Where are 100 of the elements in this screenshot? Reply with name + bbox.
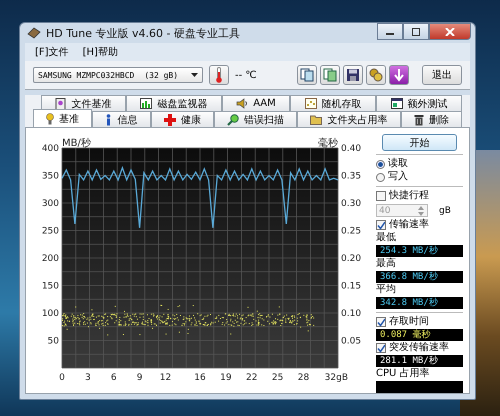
drive-dropdown[interactable]: SAMSUNG MZMPC032HBCD (32 gB) — [33, 67, 203, 83]
temperature-button[interactable] — [209, 65, 229, 85]
x-tick-label: 16 — [194, 373, 206, 383]
tab[interactable]: 删除 — [400, 111, 462, 127]
speaker-icon — [236, 98, 248, 109]
checkbox[interactable] — [376, 317, 386, 327]
checkbox-label: 存取时间 — [389, 316, 429, 328]
check-icon — [377, 344, 385, 352]
checkbox-label: 传输速率 — [389, 219, 429, 231]
x-tick-label: 0 — [59, 373, 65, 383]
cross-icon — [164, 114, 176, 126]
stat-label: 平均 — [376, 284, 397, 296]
menu-item[interactable]: [H]帮助 — [82, 45, 118, 59]
scatter-chart-icon — [304, 98, 317, 109]
y-tick-label: 300 — [42, 199, 59, 209]
stat-label: 最低 — [376, 232, 397, 244]
y2-tick-label: 0.05 — [341, 336, 362, 346]
start-button[interactable]: 开始 — [382, 134, 457, 151]
y2-tick-label: 0.25 — [341, 226, 362, 236]
temperature-reading: -- ℃ — [235, 70, 257, 80]
stat-readout: 366.8 MB/秒 — [376, 271, 463, 283]
y2-tick-label: 0.35 — [341, 172, 362, 182]
exit-button[interactable]: 退出 — [422, 65, 462, 85]
magnifier-icon — [227, 114, 240, 126]
y-tick-label: 100 — [42, 309, 59, 319]
x-tick-label: 3 — [85, 373, 91, 383]
copy-icon — [322, 68, 337, 82]
x-tick-label: 32gB — [324, 373, 348, 383]
maximize-icon — [411, 28, 421, 36]
x-tick-label: 12 — [160, 373, 172, 383]
document-icon — [55, 98, 66, 110]
tab[interactable]: 错误扫描 — [214, 111, 298, 127]
tab[interactable]: 基准 — [33, 109, 92, 127]
save-button[interactable] — [342, 65, 363, 85]
folder-icon — [310, 114, 322, 125]
stat-readout: 254.3 MB/秒 — [376, 245, 463, 257]
tab[interactable]: AAM — [222, 95, 290, 111]
close-button[interactable] — [429, 23, 471, 40]
menu-item[interactable]: [F]文件 — [35, 45, 69, 59]
window-title: HD Tune 专业版 v4.60 - 硬盘专业工具 — [46, 26, 241, 40]
y2-tick-label: 0.40 — [341, 144, 362, 154]
check-icon — [377, 220, 385, 230]
coins-icon — [368, 68, 383, 82]
copy-button[interactable] — [320, 65, 340, 85]
y-tick-label: 50 — [48, 336, 59, 346]
minimize-button[interactable] — [377, 23, 403, 40]
y-tick-label: 400 — [42, 144, 59, 154]
y2-axis-unit: 毫秒 — [318, 138, 338, 149]
tab[interactable]: 随机存取 — [290, 95, 376, 111]
y-tick-label: 200 — [42, 254, 59, 264]
y-tick-label: 150 — [42, 282, 59, 292]
y-tick-label: 350 — [42, 172, 59, 182]
window-icon — [390, 98, 403, 109]
y-tick-label: 250 — [42, 226, 59, 236]
y2-tick-label: 0.20 — [341, 254, 362, 264]
tab[interactable]: 磁盘监视器 — [126, 95, 222, 111]
spin-arrows-icon — [417, 204, 425, 216]
tab[interactable]: 信息 — [92, 111, 151, 127]
x-tick-label: 9 — [136, 373, 142, 383]
y2-tick-label: 0.15 — [341, 282, 362, 292]
copy-icon — [300, 68, 314, 82]
burst-rate-readout: 281.1 MB/秒 — [376, 355, 463, 367]
x-tick-label: 25 — [272, 373, 284, 383]
checkbox[interactable] — [376, 220, 386, 230]
x-tick-label: 22 — [246, 373, 258, 383]
copy-button[interactable] — [296, 65, 317, 85]
cpu-usage-label: CPU 占用率 — [376, 368, 431, 380]
maximize-button[interactable] — [403, 23, 429, 40]
trash-icon — [414, 114, 424, 126]
size-unit: gB — [439, 204, 451, 216]
checkbox-label: 快捷行程 — [389, 190, 429, 202]
bar-chart-icon — [140, 98, 152, 109]
tab[interactable]: 健康 — [150, 111, 214, 127]
x-tick-label: 19 — [220, 373, 232, 383]
stat-label: 最高 — [376, 258, 397, 270]
y2-tick-label: 0.30 — [341, 199, 362, 209]
y2-tick-label: 0.10 — [341, 309, 362, 319]
thermometer-icon — [215, 67, 223, 83]
y-axis-unit: MB/秒 — [62, 138, 91, 149]
tab[interactable]: 文件基准 — [41, 95, 126, 111]
x-tick-label: 28 — [298, 373, 310, 383]
radio-button[interactable] — [376, 172, 385, 182]
tab[interactable]: 额外测试 — [376, 95, 462, 111]
radio-button[interactable] — [376, 160, 385, 168]
access-time-readout: 0.087 毫秒 — [376, 329, 463, 341]
radio-label: 写入 — [388, 171, 408, 183]
close-icon — [445, 28, 455, 36]
info-icon — [105, 114, 112, 126]
options-button[interactable] — [366, 65, 386, 85]
x-tick-label: 6 — [110, 373, 117, 383]
dropdown-caret-icon — [191, 73, 198, 77]
checkbox-label: 突发传输速率 — [389, 342, 449, 354]
radio-label: 读取 — [388, 158, 408, 170]
download-button[interactable] — [388, 65, 409, 85]
lightbulb-icon — [46, 112, 54, 124]
tab[interactable]: 文件夹占用率 — [297, 111, 401, 127]
check-icon — [377, 318, 385, 326]
checkbox[interactable] — [376, 343, 386, 353]
down-arrow-icon — [392, 68, 405, 82]
stat-readout: 342.8 MB/秒 — [376, 297, 463, 309]
